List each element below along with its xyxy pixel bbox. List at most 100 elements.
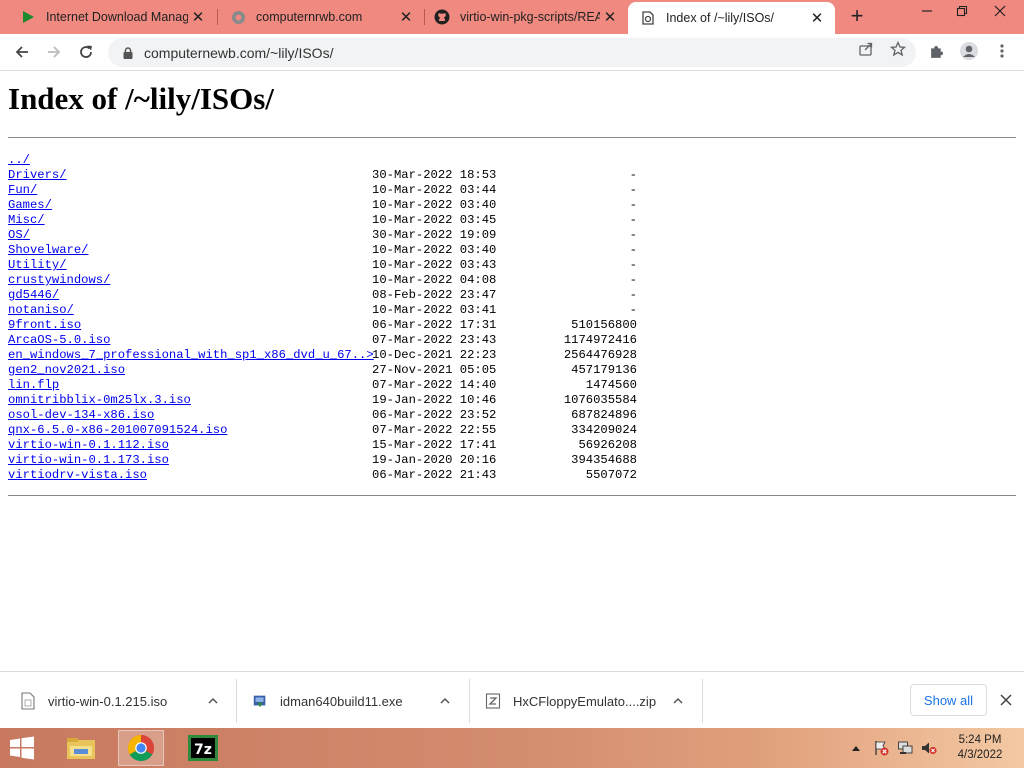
- extensions-icon[interactable]: [926, 40, 948, 62]
- action-center-flag-icon[interactable]: [873, 740, 889, 756]
- entry-link[interactable]: Shovelware/: [8, 243, 88, 257]
- listing-row: virtiodrv-vista.iso 06-Mar-2022 21:43 5507…: [8, 468, 648, 483]
- chevron-up-icon[interactable]: [206, 694, 220, 708]
- entry-link[interactable]: en_windows_7_professional_with_sp1_x86_d…: [8, 348, 374, 362]
- entry-date: 10-Mar-2022 04:08: [372, 273, 497, 287]
- entry-link[interactable]: osol-dev-134-x86.iso: [8, 408, 154, 422]
- listing-row: omnitribblix-0m25lx.3.iso 19-Jan-2022 10:…: [8, 393, 648, 408]
- reload-button[interactable]: [72, 38, 100, 66]
- entry-link[interactable]: qnx-6.5.0-x86-201007091524.iso: [8, 423, 227, 437]
- tab-virtio-win-readme[interactable]: virtio-win-pkg-scripts/README ✕: [422, 0, 628, 34]
- show-all-downloads-button[interactable]: Show all: [910, 684, 987, 716]
- tab-title: Index of /~lily/ISOs/: [666, 11, 775, 25]
- close-downloads-bar-icon[interactable]: [996, 690, 1016, 710]
- taskbar-7zip[interactable]: 7z: [180, 730, 226, 766]
- listing-row: gen2_nov2021.iso 27-Nov-2021 05:05 4571791…: [8, 363, 648, 378]
- entry-size: -: [629, 183, 637, 197]
- globe-icon: [230, 9, 246, 25]
- more-menu-icon[interactable]: [991, 40, 1013, 62]
- listing-row: virtio-win-0.1.112.iso 15-Mar-2022 17:41 5…: [8, 438, 648, 453]
- bookmark-star-icon[interactable]: [890, 41, 906, 57]
- listing-row: virtio-win-0.1.173.iso 19-Jan-2020 20:16 3…: [8, 453, 648, 468]
- browser-toolbar: computernewb.com/~lily/ISOs/: [0, 34, 1024, 71]
- close-tab-icon[interactable]: ✕: [396, 7, 416, 27]
- entry-link[interactable]: lin.flp: [8, 378, 59, 392]
- volume-muted-icon[interactable]: [921, 740, 937, 756]
- entry-date: 07-Mar-2022 22:55: [372, 423, 497, 437]
- entry-link[interactable]: omnitribblix-0m25lx.3.iso: [8, 393, 191, 407]
- entry-date: 30-Mar-2022 18:53: [372, 168, 497, 182]
- new-tab-button[interactable]: +: [845, 5, 869, 29]
- entry-link[interactable]: virtio-win-0.1.112.iso: [8, 438, 169, 452]
- back-button[interactable]: [8, 38, 36, 66]
- download-item-hxcfloppy[interactable]: HxCFloppyEmulato....zip: [485, 679, 697, 723]
- restore-icon[interactable]: [945, 0, 979, 22]
- top-divider: [8, 137, 1016, 138]
- entry-link[interactable]: notaniso/: [8, 303, 74, 317]
- listing-row: Fun/10-Mar-2022 03:44 -: [8, 183, 648, 198]
- close-tab-icon[interactable]: ✕: [188, 7, 208, 27]
- entry-link[interactable]: Fun/: [8, 183, 37, 197]
- entry-link[interactable]: virtio-win-0.1.173.iso: [8, 453, 169, 467]
- clock-time: 5:24 PM: [958, 734, 1002, 746]
- tab-internet-download-manager[interactable]: Internet Download Manager ✕: [8, 0, 216, 34]
- entry-date: 06-Mar-2022 21:43: [372, 468, 497, 482]
- entry-link[interactable]: gd5446/: [8, 288, 59, 302]
- entry-date: 06-Mar-2022 23:52: [372, 408, 497, 422]
- entry-date: 10-Dec-2021 22:23: [372, 348, 497, 362]
- entry-size: -: [629, 213, 637, 227]
- chevron-up-icon[interactable]: [671, 694, 685, 708]
- listing-row: crustywindows/10-Mar-2022 04:08 -: [8, 273, 648, 288]
- entry-link[interactable]: gen2_nov2021.iso: [8, 363, 125, 377]
- system-clock[interactable]: 5:24 PM 4/3/2022: [948, 733, 1012, 763]
- profile-avatar-icon[interactable]: [958, 40, 980, 62]
- entry-date: 10-Mar-2022 03:44: [372, 183, 497, 197]
- download-item-virtio-win[interactable]: virtio-win-0.1.215.iso: [20, 679, 230, 723]
- entry-link[interactable]: OS/: [8, 228, 30, 242]
- entry-link[interactable]: Drivers/: [8, 168, 67, 182]
- url-text: computernewb.com/~lily/ISOs/: [144, 44, 334, 61]
- tab-computernrwb[interactable]: computernrwb.com ✕: [218, 0, 424, 34]
- entry-link[interactable]: 9front.iso: [8, 318, 81, 332]
- tab-index-of-lily-isos[interactable]: Index of /~lily/ISOs/ ✕: [628, 2, 835, 34]
- close-tab-icon[interactable]: ✕: [807, 8, 827, 28]
- listing-row: notaniso/10-Mar-2022 03:41 -: [8, 303, 648, 318]
- reload-icon: [80, 45, 92, 58]
- entry-size: 334209024: [571, 423, 637, 437]
- listing-row: 9front.iso 06-Mar-2022 17:31 510156800: [8, 318, 648, 333]
- download-divider: [469, 679, 470, 723]
- entry-size: -: [629, 243, 637, 257]
- entry-date: 08-Feb-2022 23:47: [372, 288, 497, 302]
- entry-size: -: [629, 198, 637, 212]
- network-icon[interactable]: [897, 740, 913, 756]
- download-item-idman[interactable]: idman640build11.exe: [252, 679, 464, 723]
- entry-size: 5507072: [585, 468, 637, 482]
- windows-start-icon[interactable]: [6, 734, 38, 762]
- entry-size: -: [629, 303, 637, 317]
- listing-row: Utility/10-Mar-2022 03:43 -: [8, 258, 648, 273]
- entry-link[interactable]: virtiodrv-vista.iso: [8, 468, 147, 482]
- parent-directory-link[interactable]: ../: [8, 153, 30, 167]
- show-hidden-icons-icon[interactable]: [850, 743, 862, 755]
- chevron-up-icon[interactable]: [438, 694, 452, 708]
- listing-row: en_windows_7_professional_with_sp1_x86_d…: [8, 348, 648, 363]
- taskbar-file-explorer[interactable]: [58, 730, 104, 766]
- entry-size: 2564476928: [563, 348, 637, 362]
- minimize-icon[interactable]: [910, 0, 944, 22]
- close-window-icon[interactable]: [983, 0, 1017, 22]
- listing-row: Drivers/30-Mar-2022 18:53 -: [8, 168, 648, 183]
- close-tab-icon[interactable]: ✕: [600, 7, 620, 27]
- download-filename: idman640build11.exe: [280, 693, 403, 709]
- entry-link[interactable]: Utility/: [8, 258, 67, 272]
- entry-link[interactable]: Games/: [8, 198, 52, 212]
- entry-link[interactable]: Misc/: [8, 213, 45, 227]
- address-bar[interactable]: computernewb.com/~lily/ISOs/: [108, 38, 916, 67]
- taskbar-chrome[interactable]: [118, 730, 164, 766]
- forward-button[interactable]: [40, 38, 68, 66]
- share-icon[interactable]: [858, 41, 874, 57]
- listing-row: lin.flp 07-Mar-2022 14:40 1474560: [8, 378, 648, 393]
- entry-link[interactable]: crustywindows/: [8, 273, 110, 287]
- entry-link[interactable]: ArcaOS-5.0.iso: [8, 333, 110, 347]
- listing-row: gd5446/08-Feb-2022 23:47 -: [8, 288, 648, 303]
- entry-size: -: [629, 258, 637, 272]
